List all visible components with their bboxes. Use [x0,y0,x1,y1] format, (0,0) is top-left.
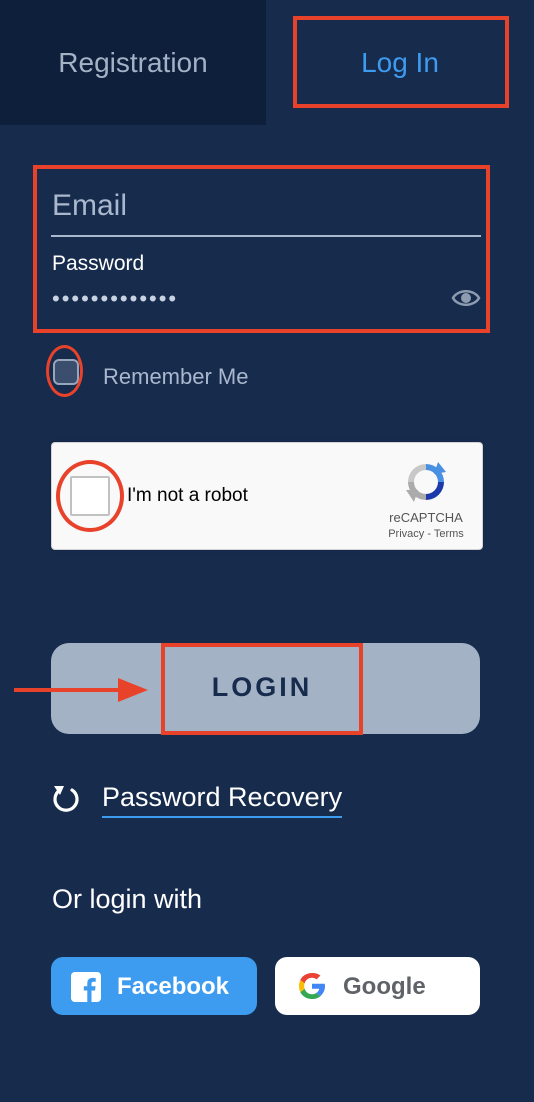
password-label: Password [52,252,145,275]
password-input[interactable]: ••••••••••••• [52,286,178,312]
recaptcha-separator: - [424,528,434,540]
highlight-recaptcha-checkbox [56,460,124,532]
recaptcha-label: I'm not a robot [127,485,248,506]
email-input[interactable] [52,178,482,234]
social-login-heading: Or login with [52,884,203,914]
google-login-button[interactable]: Google [275,957,480,1015]
password-recovery-link[interactable]: Password Recovery [102,782,343,818]
facebook-icon [71,972,101,1002]
recaptcha-brand: reCAPTCHA [389,510,463,525]
remember-me-label: Remember Me [103,364,249,389]
tab-registration[interactable]: Registration [0,0,266,125]
recaptcha-terms-link[interactable]: Terms [434,528,464,540]
google-label: Google [343,973,426,1000]
highlight-login-button [161,643,363,735]
email-underline [51,235,481,237]
eye-icon[interactable] [451,286,481,310]
highlight-login-tab [293,16,509,108]
arrow-icon [14,678,148,702]
recaptcha-privacy-link[interactable]: Privacy [388,528,424,540]
highlight-remember-checkbox [46,345,83,397]
recaptcha-links: Privacy - Terms [370,528,482,540]
google-icon [299,973,325,999]
recaptcha-logo-icon [406,462,446,502]
facebook-label: Facebook [117,973,230,1000]
facebook-login-button[interactable]: Facebook [51,957,257,1015]
recovery-icon[interactable] [50,782,82,814]
